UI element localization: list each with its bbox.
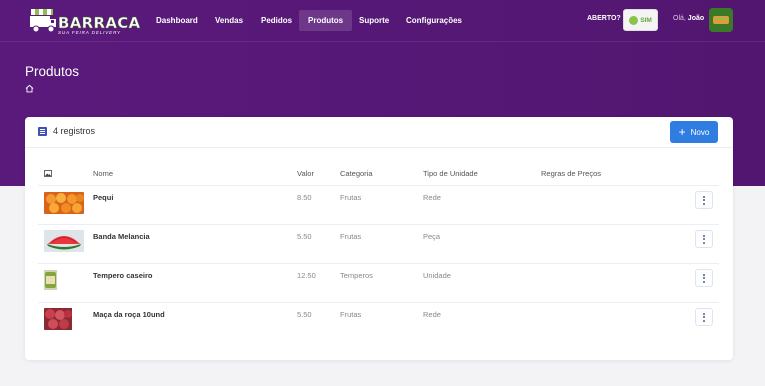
- nav-vendas[interactable]: Vendas: [206, 10, 252, 31]
- greeting-text: Olá,: [673, 15, 686, 22]
- nav-configuracoes[interactable]: Configurações: [397, 10, 471, 31]
- watermelon-slices-photo: [44, 230, 84, 252]
- more-vertical-icon: [703, 312, 705, 315]
- brand-tagline: SUA FEIRA DELIVERY: [58, 30, 121, 35]
- product-category: Frutas: [340, 232, 362, 241]
- image-icon: [44, 170, 52, 177]
- nav-produtos[interactable]: Produtos: [299, 10, 353, 31]
- list-icon: [38, 127, 47, 136]
- top-navbar: BARRACA SUA FEIRA DELIVERY Dashboard Ven…: [0, 0, 765, 42]
- products-card: 4 registros + Novo Nome Valor Categoria …: [25, 117, 733, 360]
- column-header-categoria[interactable]: Categoria: [340, 169, 373, 178]
- plus-icon: +: [678, 125, 686, 139]
- product-price: 5.50: [297, 310, 312, 319]
- column-header-valor[interactable]: Valor: [297, 169, 314, 178]
- product-name[interactable]: Banda Melancia: [93, 232, 150, 241]
- new-product-button[interactable]: + Novo: [670, 121, 718, 143]
- seasoning-jar-photo: [44, 269, 84, 291]
- apples-net-photo: [44, 308, 84, 330]
- product-unit: Rede: [423, 193, 441, 202]
- avatar-icon: [709, 8, 733, 32]
- page-title: Produtos: [25, 64, 80, 79]
- more-vertical-icon: [703, 195, 705, 198]
- product-category: Frutas: [340, 193, 362, 202]
- product-unit: Rede: [423, 310, 441, 319]
- user-greeting: Olá, João: [673, 15, 704, 22]
- brand-logo[interactable]: BARRACA SUA FEIRA DELIVERY: [28, 6, 140, 36]
- truck-logo-icon: [30, 9, 56, 33]
- table-row[interactable]: Tempero caseiro 12.50 Temperos Unidade: [25, 264, 733, 302]
- table-row[interactable]: Maça da roça 10und 5.50 Frutas Rede: [25, 303, 733, 341]
- home-icon[interactable]: [25, 84, 34, 93]
- row-actions-button[interactable]: [695, 230, 713, 248]
- records-count: 4 registros: [53, 126, 96, 136]
- table-row[interactable]: Banda Melancia 5.50 Frutas Peça: [25, 225, 733, 263]
- row-actions-button[interactable]: [695, 308, 713, 326]
- more-vertical-icon: [703, 234, 705, 237]
- nav-dashboard[interactable]: Dashboard: [147, 10, 207, 31]
- new-button-label: Novo: [690, 127, 710, 137]
- column-header-regras-precos[interactable]: Regras de Preços: [541, 169, 601, 178]
- table-row[interactable]: Pequi 8.50 Frutas Rede: [25, 186, 733, 224]
- column-header-nome[interactable]: Nome: [93, 169, 113, 178]
- pequi-photo: [44, 192, 84, 214]
- product-unit: Unidade: [423, 271, 451, 280]
- product-category: Frutas: [340, 310, 362, 319]
- open-status-label: ABERTO?: [587, 15, 621, 22]
- product-price: 12.50: [297, 271, 316, 280]
- nav-suporte[interactable]: Suporte: [350, 10, 398, 31]
- card-header: 4 registros + Novo: [25, 117, 733, 148]
- user-name: João: [687, 15, 705, 22]
- product-name[interactable]: Maça da roça 10und: [93, 310, 165, 319]
- more-vertical-icon: [703, 273, 705, 276]
- product-category: Temperos: [340, 271, 373, 280]
- column-header-tipo-unidade[interactable]: Tipo de Unidade: [423, 169, 478, 178]
- nav-pedidos[interactable]: Pedidos: [252, 10, 301, 31]
- product-price: 5.50: [297, 232, 312, 241]
- product-name[interactable]: Tempero caseiro: [93, 271, 152, 280]
- user-avatar[interactable]: [709, 8, 733, 32]
- open-status-toggle[interactable]: SIM: [623, 9, 658, 31]
- status-dot-icon: [629, 15, 639, 25]
- open-status-value: SIM: [640, 16, 652, 24]
- product-price: 8.50: [297, 193, 312, 202]
- product-unit: Peça: [423, 232, 441, 241]
- row-actions-button[interactable]: [695, 269, 713, 287]
- row-actions-button[interactable]: [695, 191, 713, 209]
- product-name[interactable]: Pequi: [93, 193, 113, 202]
